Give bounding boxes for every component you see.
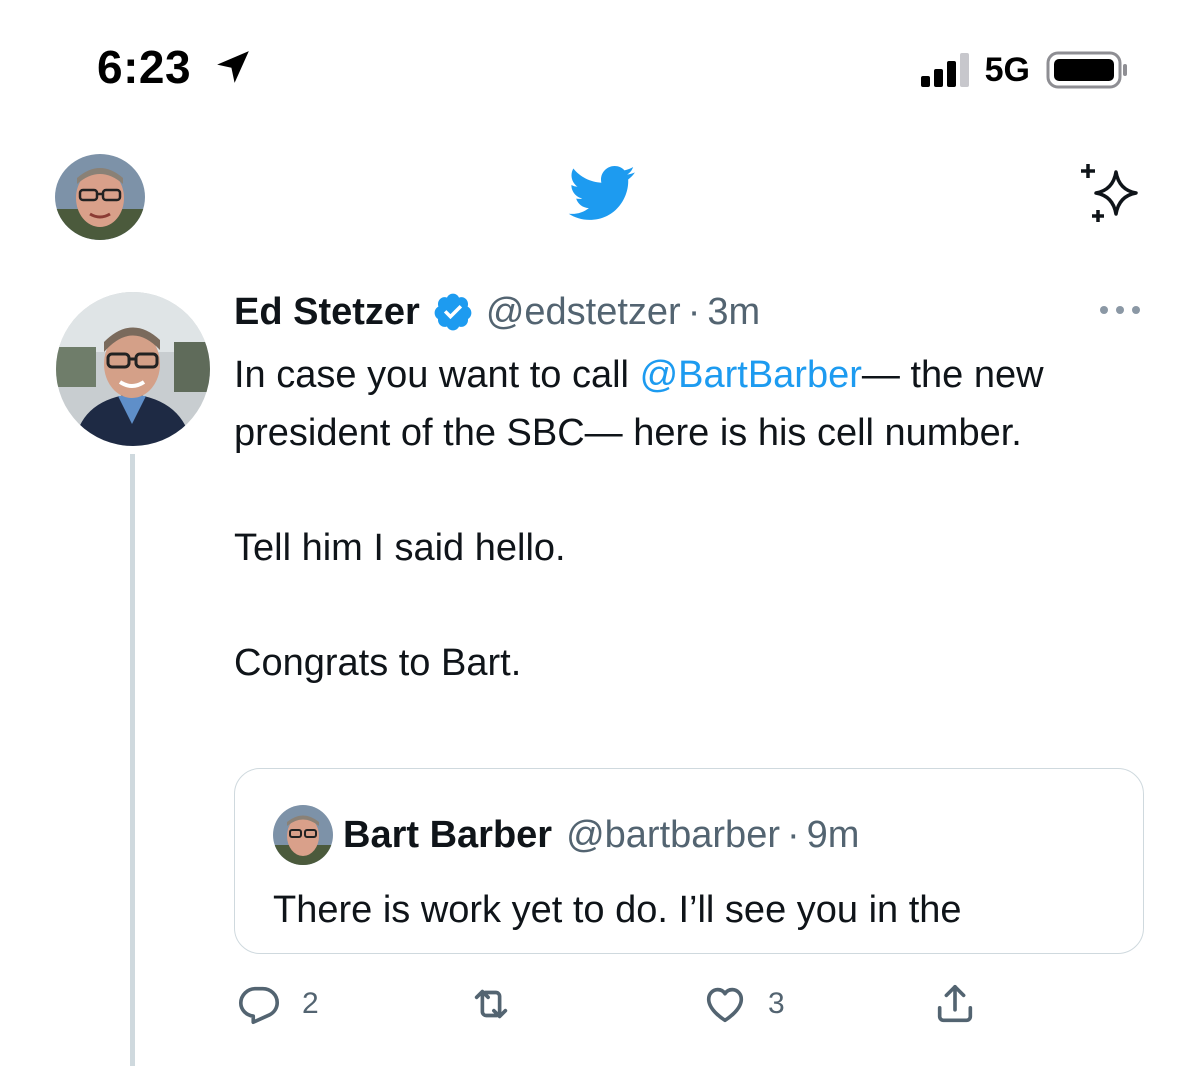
- tweet-header: Ed Stetzer @edstetzer · 3m: [234, 288, 760, 336]
- signal-icon: [920, 53, 969, 87]
- share-button[interactable]: [932, 978, 978, 1030]
- quoted-header-separator: ·: [786, 813, 800, 856]
- status-time: 6:23: [97, 41, 192, 93]
- header-separator: ·: [687, 290, 701, 333]
- heart-icon: [706, 987, 744, 1023]
- retweet-button[interactable]: [468, 978, 534, 1030]
- battery-icon: [1046, 51, 1127, 89]
- quoted-author-name: Bart Barber: [343, 813, 553, 856]
- thread-line: [130, 454, 135, 1066]
- like-button[interactable]: 3: [702, 978, 785, 1030]
- screen: 6:23 5G Ed Stetzer @edstetzer · 3m In ca…: [0, 0, 1200, 1088]
- tweet-text-part: In case you want to call: [234, 354, 640, 396]
- tweet-author-handle[interactable]: @edstetzer: [486, 291, 681, 334]
- tweet-paragraph-2: Tell him I said hello.: [234, 527, 566, 569]
- quoted-author-handle: @bartbarber: [566, 813, 780, 856]
- tweet-author-name[interactable]: Ed Stetzer: [234, 291, 420, 334]
- reply-icon: [238, 986, 280, 1025]
- like-count: 3: [768, 987, 785, 1020]
- tweet-paragraph-1: In case you want to call @BartBarber— th…: [234, 346, 1134, 462]
- tweet-author-avatar-image: [56, 292, 210, 446]
- profile-avatar[interactable]: [55, 154, 145, 240]
- mention-link[interactable]: @BartBarber: [640, 354, 862, 396]
- tweet-actions: 2 3: [0, 978, 1200, 1030]
- more-options-icon[interactable]: [1098, 300, 1142, 320]
- retweet-icon: [474, 989, 508, 1019]
- tweet-timestamp[interactable]: 3m: [707, 291, 760, 334]
- share-icon: [937, 984, 973, 1023]
- quoted-author-avatar: [273, 805, 333, 865]
- network-label: 5G: [984, 50, 1030, 89]
- quoted-tweet-header: Bart Barber @bartbarber · 9m: [273, 805, 859, 865]
- quoted-tweet-text: There is work yet to do. I’ll see you in…: [273, 889, 962, 931]
- sparkle-icon[interactable]: [1076, 160, 1144, 226]
- verified-badge-icon: [434, 293, 472, 331]
- tweet-text: In case you want to call @BartBarber— th…: [234, 346, 1134, 692]
- reply-count: 2: [302, 987, 319, 1020]
- tweet-author-avatar[interactable]: [56, 292, 210, 446]
- profile-avatar-image: [55, 154, 145, 240]
- quoted-tweet[interactable]: Bart Barber @bartbarber · 9m There is wo…: [234, 768, 1144, 954]
- location-arrow-icon: [217, 51, 249, 83]
- reply-button[interactable]: 2: [236, 978, 319, 1030]
- twitter-bird-icon[interactable]: [560, 158, 642, 228]
- quoted-author-avatar-image: [273, 805, 333, 865]
- tweet-paragraph-3: Congrats to Bart.: [234, 642, 522, 684]
- status-right: 5G: [920, 48, 1128, 92]
- quoted-timestamp: 9m: [806, 813, 860, 856]
